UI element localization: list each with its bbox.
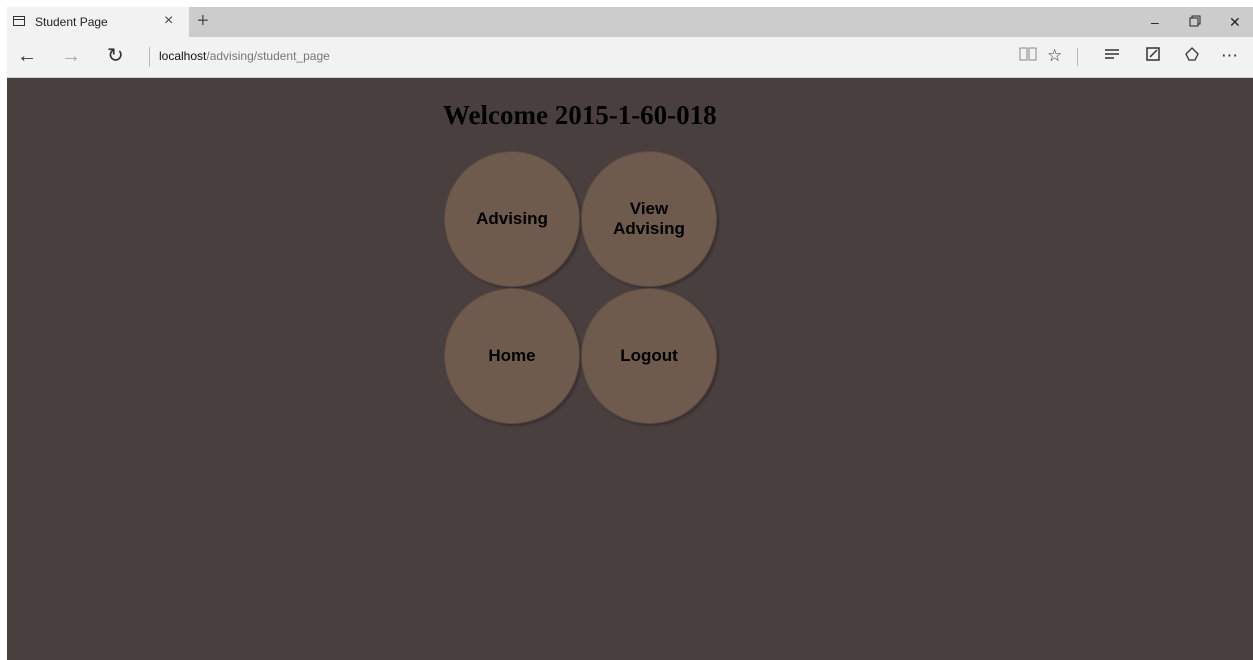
favorite-star-icon[interactable]: ☆ [1047,46,1062,66]
browser-window: Student Page × + – ✕ ← → ↻ localhost/adv… [7,7,1253,660]
web-note-icon[interactable] [1145,46,1161,67]
forward-icon[interactable]: → [61,44,81,68]
address-path: /advising/student_page [206,49,330,63]
view-advising-label: View Advising [613,199,685,238]
refresh-icon[interactable]: ↻ [107,44,124,68]
tab-page-icon [13,16,25,26]
share-icon[interactable] [1183,46,1201,67]
tab-title: Student Page [35,15,108,29]
minimize-icon[interactable]: – [1151,13,1159,31]
view-advising-button[interactable]: View Advising [581,151,717,287]
new-tab-button[interactable]: + [197,9,209,33]
tab-student-page[interactable]: Student Page × [7,7,189,37]
advising-label: Advising [476,209,548,228]
page-content: Welcome 2015-1-60-018 Advising View Advi… [7,78,1253,660]
address-separator [149,47,150,67]
tab-bar: Student Page × + – ✕ [7,7,1253,37]
advising-button[interactable]: Advising [444,151,580,287]
home-label: Home [488,346,536,365]
navigation-bar: ← → ↻ localhost/advising/student_page ☆ … [7,37,1253,78]
page-title: Welcome 2015-1-60-018 [443,100,717,130]
tab-close-button[interactable]: × [164,11,173,31]
back-icon[interactable]: ← [17,44,37,68]
reading-view-icon[interactable] [1019,46,1037,67]
toolbar-separator [1077,48,1078,66]
logout-label: Logout [620,346,678,365]
close-window-icon[interactable]: ✕ [1229,13,1241,31]
hub-icon[interactable] [1104,46,1120,66]
address-bar[interactable]: localhost/advising/student_page [159,49,330,63]
address-host: localhost [159,49,207,63]
home-button[interactable]: Home [444,288,580,424]
logout-button[interactable]: Logout [581,288,717,424]
more-icon[interactable]: ⋯ [1221,46,1238,66]
restore-icon[interactable] [1189,13,1201,31]
